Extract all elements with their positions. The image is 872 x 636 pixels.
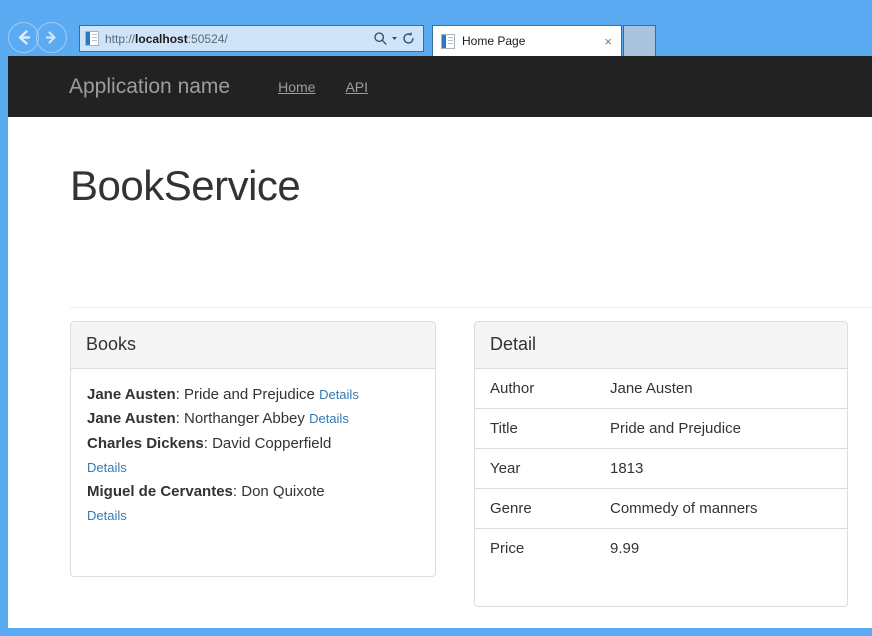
navbar-brand[interactable]: Application name xyxy=(69,76,230,97)
book-title: David Copperfield xyxy=(212,435,331,452)
arrow-right-icon xyxy=(37,23,66,52)
tab-title: Home Page xyxy=(462,34,604,48)
detail-value-genre: Commedy of manners xyxy=(595,489,847,529)
nav-link-api[interactable]: API xyxy=(330,80,383,94)
detail-label-genre: Genre xyxy=(475,489,595,529)
table-row: Price 9.99 xyxy=(475,529,847,569)
book-author: Jane Austen xyxy=(87,410,176,427)
book-separator: : xyxy=(176,410,184,427)
tab-favicon-icon xyxy=(441,34,455,49)
back-button[interactable] xyxy=(8,22,39,53)
detail-label-price: Price xyxy=(475,529,595,569)
books-panel-body: Jane Austen: Pride and Prejudice Details… xyxy=(71,369,435,544)
arrow-left-icon xyxy=(9,23,38,52)
list-item: Miguel de Cervantes: Don Quixote Details xyxy=(87,480,419,529)
url-text: http://localhost:50524/ xyxy=(105,32,373,46)
site-navbar: Application name Home API xyxy=(8,56,872,117)
books-panel-heading: Books xyxy=(71,322,435,369)
detail-label-title: Title xyxy=(475,409,595,449)
books-list: Jane Austen: Pride and Prejudice Details… xyxy=(87,383,419,529)
books-panel-title: Books xyxy=(86,332,420,357)
address-bar-icons xyxy=(373,31,416,46)
list-item: Jane Austen: Northanger Abbey Details xyxy=(87,407,419,431)
book-separator: : xyxy=(233,483,241,500)
title-divider xyxy=(70,307,872,308)
page-viewport: Application name Home API BookService Bo… xyxy=(8,56,872,628)
browser-chrome: http://localhost:50524/ Home Page xyxy=(0,0,872,56)
details-link[interactable]: Details xyxy=(319,387,359,402)
detail-panel-title: Detail xyxy=(490,332,832,357)
table-row: Year 1813 xyxy=(475,449,847,489)
url-host: localhost xyxy=(135,32,188,46)
detail-value-title: Pride and Prejudice xyxy=(595,409,847,449)
books-panel: Books Jane Austen: Pride and Prejudice D… xyxy=(70,321,436,577)
book-title: Don Quixote xyxy=(241,483,324,500)
table-row: Title Pride and Prejudice xyxy=(475,409,847,449)
table-row: Genre Commedy of manners xyxy=(475,489,847,529)
book-title: Northanger Abbey xyxy=(184,410,305,427)
url-scheme: http:// xyxy=(105,32,135,46)
book-separator: : xyxy=(176,386,184,403)
detail-label-year: Year xyxy=(475,449,595,489)
nav-link-home[interactable]: Home xyxy=(263,80,330,94)
page-title: BookService xyxy=(70,165,300,207)
new-tab-button[interactable] xyxy=(623,25,656,56)
page-favicon-icon xyxy=(85,31,99,46)
detail-value-author: Jane Austen xyxy=(595,369,847,409)
browser-tab-home-page[interactable]: Home Page × xyxy=(432,25,622,56)
detail-label-author: Author xyxy=(475,369,595,409)
detail-value-year: 1813 xyxy=(595,449,847,489)
detail-panel-heading: Detail xyxy=(475,322,847,369)
list-item: Charles Dickens: David Copperfield Detail… xyxy=(87,432,419,481)
address-bar[interactable]: http://localhost:50524/ xyxy=(79,25,424,52)
browser-window: http://localhost:50524/ Home Page xyxy=(0,0,872,636)
book-author: Miguel de Cervantes xyxy=(87,483,233,500)
window-border-left xyxy=(0,56,8,628)
search-icon[interactable] xyxy=(373,31,388,46)
details-link[interactable]: Details xyxy=(87,460,127,475)
url-path: :50524/ xyxy=(188,32,228,46)
detail-value-price: 9.99 xyxy=(595,529,847,569)
details-link[interactable]: Details xyxy=(87,508,127,523)
book-separator: : xyxy=(204,435,212,452)
close-icon[interactable]: × xyxy=(604,35,612,48)
detail-table: Author Jane Austen Title Pride and Preju… xyxy=(475,369,847,568)
book-author: Jane Austen xyxy=(87,386,176,403)
refresh-icon[interactable] xyxy=(401,31,416,46)
table-row: Author Jane Austen xyxy=(475,369,847,409)
detail-panel: Detail Author Jane Austen Title Pride an… xyxy=(474,321,848,607)
forward-button[interactable] xyxy=(36,22,67,53)
list-item: Jane Austen: Pride and Prejudice Details xyxy=(87,383,419,407)
book-title: Pride and Prejudice xyxy=(184,386,315,403)
chevron-down-icon[interactable] xyxy=(390,31,399,46)
details-link[interactable]: Details xyxy=(309,411,349,426)
book-author: Charles Dickens xyxy=(87,435,204,452)
navbar-links: Home API xyxy=(263,80,383,94)
window-border-bottom xyxy=(0,628,872,636)
